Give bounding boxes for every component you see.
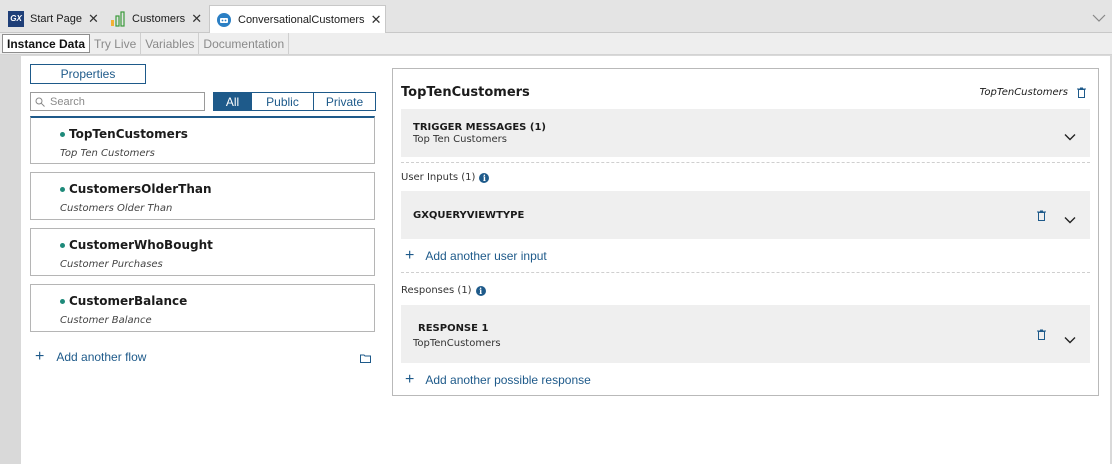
flow-description: Customers Older Than xyxy=(60,203,173,214)
responses-label: Responses (1) xyxy=(401,285,472,296)
add-user-input-button[interactable]: + Add another user input xyxy=(405,247,547,265)
conversational-icon xyxy=(216,12,232,28)
visibility-filter: All Public Private xyxy=(213,92,376,111)
search-input[interactable]: Search xyxy=(30,92,205,111)
editor-sub-tabs: Instance Data Try Live Variables Documen… xyxy=(0,33,1112,55)
response-item[interactable]: RESPONSE 1 TopTenCustomers xyxy=(401,305,1090,363)
add-flow-label: Add another flow xyxy=(56,350,147,364)
chevron-down-icon[interactable] xyxy=(1064,211,1076,229)
trash-icon[interactable] xyxy=(1037,208,1046,226)
filter-all[interactable]: All xyxy=(214,93,252,110)
tab-conversational-customers[interactable]: ConversationalCustomers ✕ xyxy=(209,5,386,33)
flow-detail-panel: TopTenCustomers TopTenCustomers TRIGGER … xyxy=(392,68,1099,396)
plus-icon: + xyxy=(35,348,45,365)
flow-name-label: TopTenCustomers xyxy=(979,87,1069,98)
user-inputs-heading: User Inputs (1) i xyxy=(401,172,490,183)
flow-item-customers-older-than[interactable]: CustomersOlderThan Customers Older Than xyxy=(30,172,375,220)
search-icon xyxy=(35,97,45,107)
flow-name: CustomerBalance xyxy=(69,294,188,308)
flow-description: Customer Purchases xyxy=(60,259,163,270)
section-subtitle: Top Ten Customers xyxy=(413,134,507,145)
tab-label: ConversationalCustomers xyxy=(238,13,365,26)
tab-documentation[interactable]: Documentation xyxy=(199,33,290,54)
close-icon[interactable]: ✕ xyxy=(191,11,202,27)
instance-data-panel: Properties Search All Public Private Top… xyxy=(21,56,1110,464)
flow-description: Customer Balance xyxy=(60,315,152,326)
add-response-button[interactable]: + Add another possible response xyxy=(405,371,591,389)
user-input-name: GXQUERYVIEWTYPE xyxy=(413,210,525,221)
document-tab-strip: GX Start Page ✕ Customers ✕ Conversation… xyxy=(0,0,1112,33)
flow-name: TopTenCustomers xyxy=(69,127,188,141)
flow-item-customer-who-bought[interactable]: CustomerWhoBought Customer Purchases xyxy=(30,228,375,276)
flow-item-top-ten-customers[interactable]: TopTenCustomers Top Ten Customers xyxy=(30,116,375,164)
user-inputs-label: User Inputs (1) xyxy=(401,172,476,183)
trash-icon[interactable] xyxy=(1037,327,1046,345)
info-icon[interactable]: i xyxy=(479,172,490,183)
response-title: RESPONSE 1 xyxy=(418,323,489,334)
add-flow-button[interactable]: + Add another flow xyxy=(35,348,146,366)
tab-label: Start Page xyxy=(30,12,82,25)
add-user-input-label: Add another user input xyxy=(425,249,547,263)
plus-icon: + xyxy=(405,371,415,388)
flow-item-customer-balance[interactable]: CustomerBalance Customer Balance xyxy=(30,284,375,332)
flow-title: TopTenCustomers xyxy=(401,85,530,100)
filter-private[interactable]: Private xyxy=(314,93,375,110)
properties-button[interactable]: Properties xyxy=(30,64,146,84)
chevron-down-icon[interactable] xyxy=(1064,128,1076,146)
close-icon[interactable]: ✕ xyxy=(371,12,382,28)
bar-chart-icon xyxy=(110,10,126,27)
tab-label: Customers xyxy=(132,12,186,25)
filter-public[interactable]: Public xyxy=(252,93,314,110)
close-icon[interactable]: ✕ xyxy=(88,11,99,27)
trash-icon[interactable] xyxy=(1077,85,1086,103)
flow-name: CustomerWhoBought xyxy=(69,238,213,252)
flow-name: CustomersOlderThan xyxy=(69,182,212,196)
tab-instance-data[interactable]: Instance Data xyxy=(2,34,91,53)
gx-logo-icon: GX xyxy=(8,10,24,27)
search-placeholder: Search xyxy=(50,95,85,108)
responses-heading: Responses (1) i xyxy=(401,285,486,296)
response-subtitle: TopTenCustomers xyxy=(413,338,501,349)
section-title: TRIGGER MESSAGES (1) xyxy=(413,122,546,133)
chevron-down-icon[interactable] xyxy=(1092,10,1106,28)
info-icon[interactable]: i xyxy=(475,285,486,296)
add-response-label: Add another possible response xyxy=(425,373,591,387)
tab-start-page[interactable]: GX Start Page ✕ xyxy=(2,5,105,32)
user-input-item[interactable]: GXQUERYVIEWTYPE xyxy=(401,191,1090,239)
folder-icon[interactable] xyxy=(360,350,371,368)
divider xyxy=(401,162,1090,163)
flow-description: Top Ten Customers xyxy=(60,148,155,159)
tab-variables[interactable]: Variables xyxy=(141,33,200,54)
tab-try-live[interactable]: Try Live xyxy=(90,33,142,54)
trigger-messages-section[interactable]: TRIGGER MESSAGES (1) Top Ten Customers xyxy=(401,109,1090,157)
tab-customers[interactable]: Customers ✕ xyxy=(104,5,208,32)
chevron-down-icon[interactable] xyxy=(1064,331,1076,349)
divider xyxy=(401,272,1090,273)
plus-icon: + xyxy=(405,247,415,264)
